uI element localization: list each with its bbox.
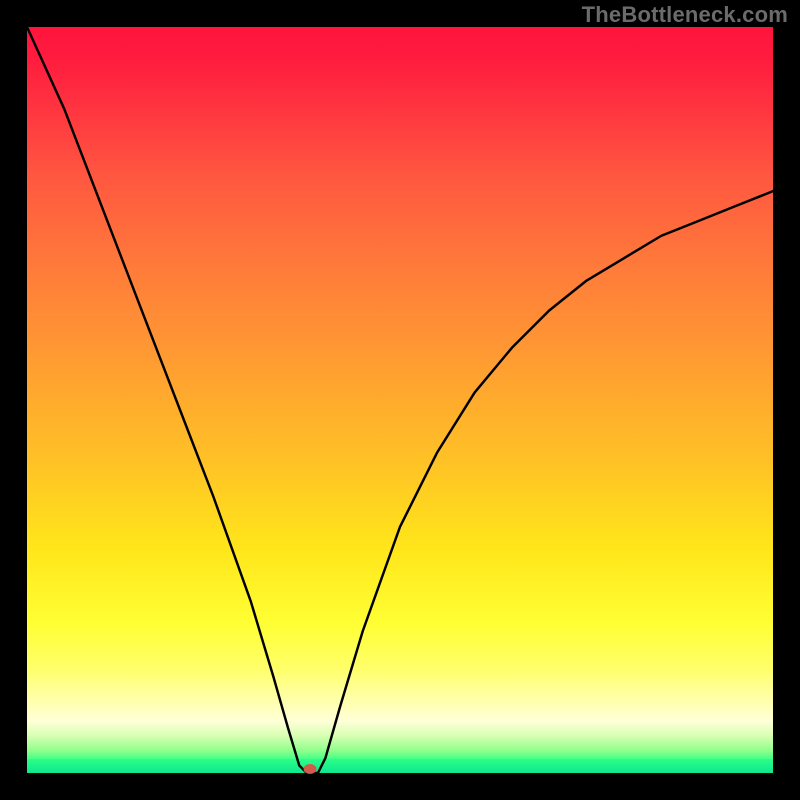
bottleneck-curve xyxy=(27,27,773,773)
chart-frame: TheBottleneck.com xyxy=(0,0,800,800)
optimal-point-marker xyxy=(304,764,317,774)
plot-area xyxy=(27,27,773,773)
watermark-text: TheBottleneck.com xyxy=(582,2,788,28)
